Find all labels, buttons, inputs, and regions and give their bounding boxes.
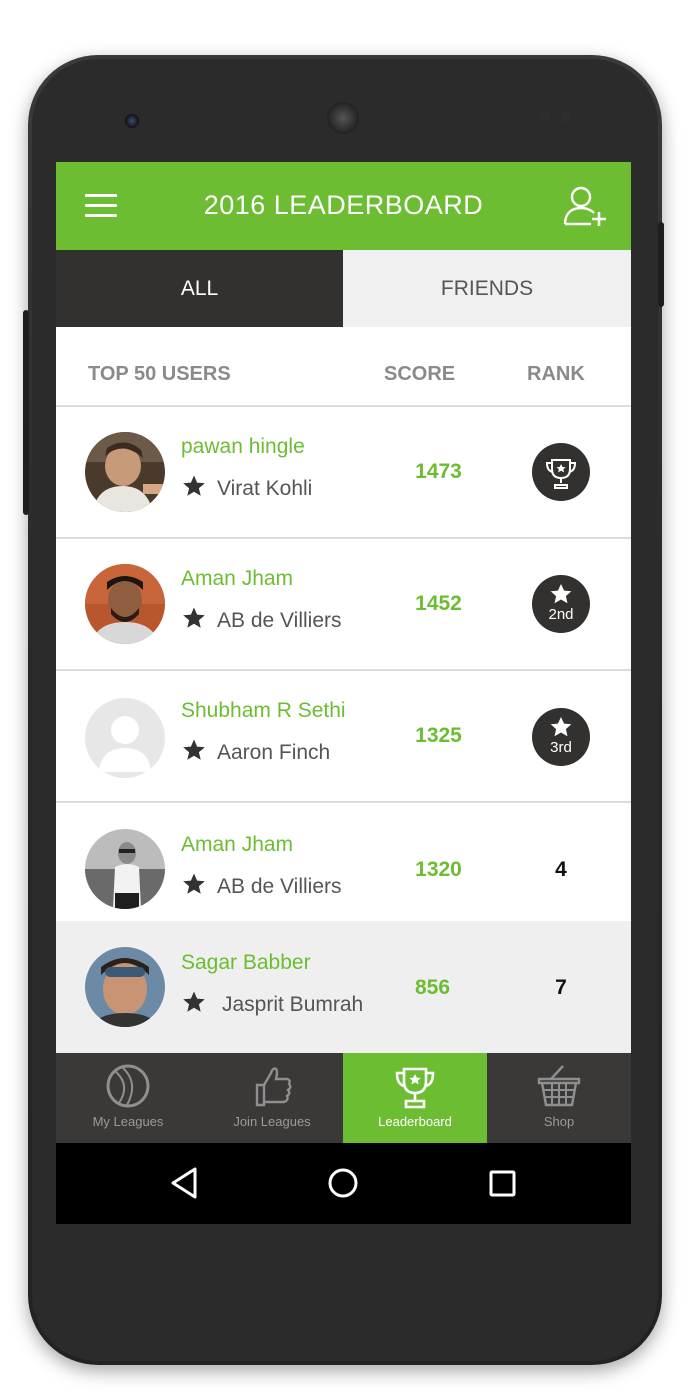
rank-trophy-badge	[532, 443, 590, 501]
thumbs-up-icon	[255, 1067, 292, 1107]
user-name: Shubham R Sethi	[181, 699, 346, 722]
nav-my-leagues[interactable]: My Leagues	[56, 1053, 200, 1143]
app-header: 2016 LEADERBOARD	[56, 162, 631, 250]
user-name: Aman Jham	[181, 833, 294, 856]
system-navigation-bar	[56, 1143, 631, 1224]
leaderboard-row[interactable]: Aman Jham AB de Villiers 1452 2nd	[56, 539, 631, 671]
back-icon[interactable]	[169, 1165, 199, 1201]
earpiece-speaker	[327, 102, 359, 134]
score-value: 1452	[415, 592, 462, 615]
star-icon	[183, 607, 205, 628]
avatar	[85, 698, 165, 778]
player-name-text: Jasprit Bumrah	[222, 993, 364, 1016]
score-value: 1473	[415, 460, 462, 483]
avatar	[85, 829, 165, 909]
trophy-icon	[545, 459, 577, 489]
rank-label: 2nd	[548, 606, 574, 623]
rank-number: 7	[555, 976, 567, 999]
rank-badge: 2nd	[532, 575, 590, 633]
avatar	[85, 564, 165, 644]
nav-label: Join Leagues	[233, 1114, 311, 1129]
nav-shop[interactable]: Shop	[487, 1053, 631, 1143]
score-value: 1320	[415, 858, 462, 881]
player-name-text: Virat Kohli	[217, 477, 313, 500]
current-user-row[interactable]: Sagar Babber Jasprit Bumrah 856 7	[56, 921, 631, 1053]
leaderboard-row[interactable]: pawan hingle Virat Kohli 1473	[56, 407, 631, 539]
nav-label: My Leagues	[92, 1114, 164, 1129]
trophy-icon	[395, 1067, 435, 1109]
rank-badge: 3rd	[532, 708, 590, 766]
bottom-navigation: My Leagues Join Leagues Leaderboard Shop	[56, 1053, 631, 1143]
tab-all[interactable]: ALL	[56, 250, 343, 327]
star-icon	[183, 475, 205, 496]
rank-number: 4	[555, 858, 567, 881]
cricket-ball-icon	[106, 1064, 150, 1108]
player-name-text: AB de Villiers	[217, 609, 342, 632]
player-name: Aaron Finch	[181, 738, 330, 765]
column-users: TOP 50 USERS	[88, 363, 231, 385]
leaderboard-row[interactable]: Shubham R Sethi Aaron Finch 1325 3rd	[56, 671, 631, 803]
nav-leaderboard[interactable]: Leaderboard	[343, 1053, 487, 1143]
player-name: AB de Villiers	[181, 872, 342, 899]
proximity-sensor	[540, 112, 550, 122]
rank-label: 3rd	[550, 739, 572, 756]
column-rank: RANK	[527, 363, 585, 385]
tab-bar: ALL FRIENDS	[56, 250, 631, 327]
app-screen: 2016 LEADERBOARD ALL FRIENDS TOP 50 USER…	[56, 162, 631, 1224]
volume-button	[23, 310, 29, 515]
user-name: pawan hingle	[181, 435, 305, 458]
recents-icon[interactable]	[488, 1165, 518, 1201]
star-icon	[183, 739, 205, 760]
player-name: Virat Kohli	[181, 474, 312, 501]
avatar	[85, 947, 165, 1027]
column-score: SCORE	[384, 363, 456, 385]
tab-friends[interactable]: FRIENDS	[343, 250, 631, 327]
home-icon[interactable]	[327, 1165, 359, 1201]
user-name: Aman Jham	[181, 567, 294, 590]
score-value: 1325	[415, 724, 462, 747]
player-name: AB de Villiers	[181, 606, 342, 633]
leaderboard-row[interactable]: Aman Jham AB de Villiers 1320 4	[56, 803, 631, 921]
power-button	[658, 222, 664, 307]
nav-join-leagues[interactable]: Join Leagues	[200, 1053, 344, 1143]
page-title: 2016 LEADERBOARD	[203, 190, 484, 220]
avatar	[85, 432, 165, 512]
player-name: Jasprit Bumrah	[181, 990, 363, 1017]
front-camera	[125, 114, 139, 128]
player-name-text: Aaron Finch	[217, 741, 331, 764]
column-header: TOP 50 USERS SCORE RANK	[56, 327, 631, 407]
player-name-text: AB de Villiers	[217, 875, 342, 898]
user-name: Sagar Babber	[181, 951, 311, 974]
nav-label: Shop	[543, 1114, 575, 1129]
add-user-icon[interactable]	[563, 184, 609, 228]
star-icon	[183, 873, 205, 894]
light-sensor	[561, 112, 571, 122]
nav-label: Leaderboard	[378, 1114, 452, 1129]
star-icon	[183, 991, 205, 1012]
shopping-basket-icon	[537, 1065, 581, 1107]
score-value: 856	[414, 976, 451, 999]
